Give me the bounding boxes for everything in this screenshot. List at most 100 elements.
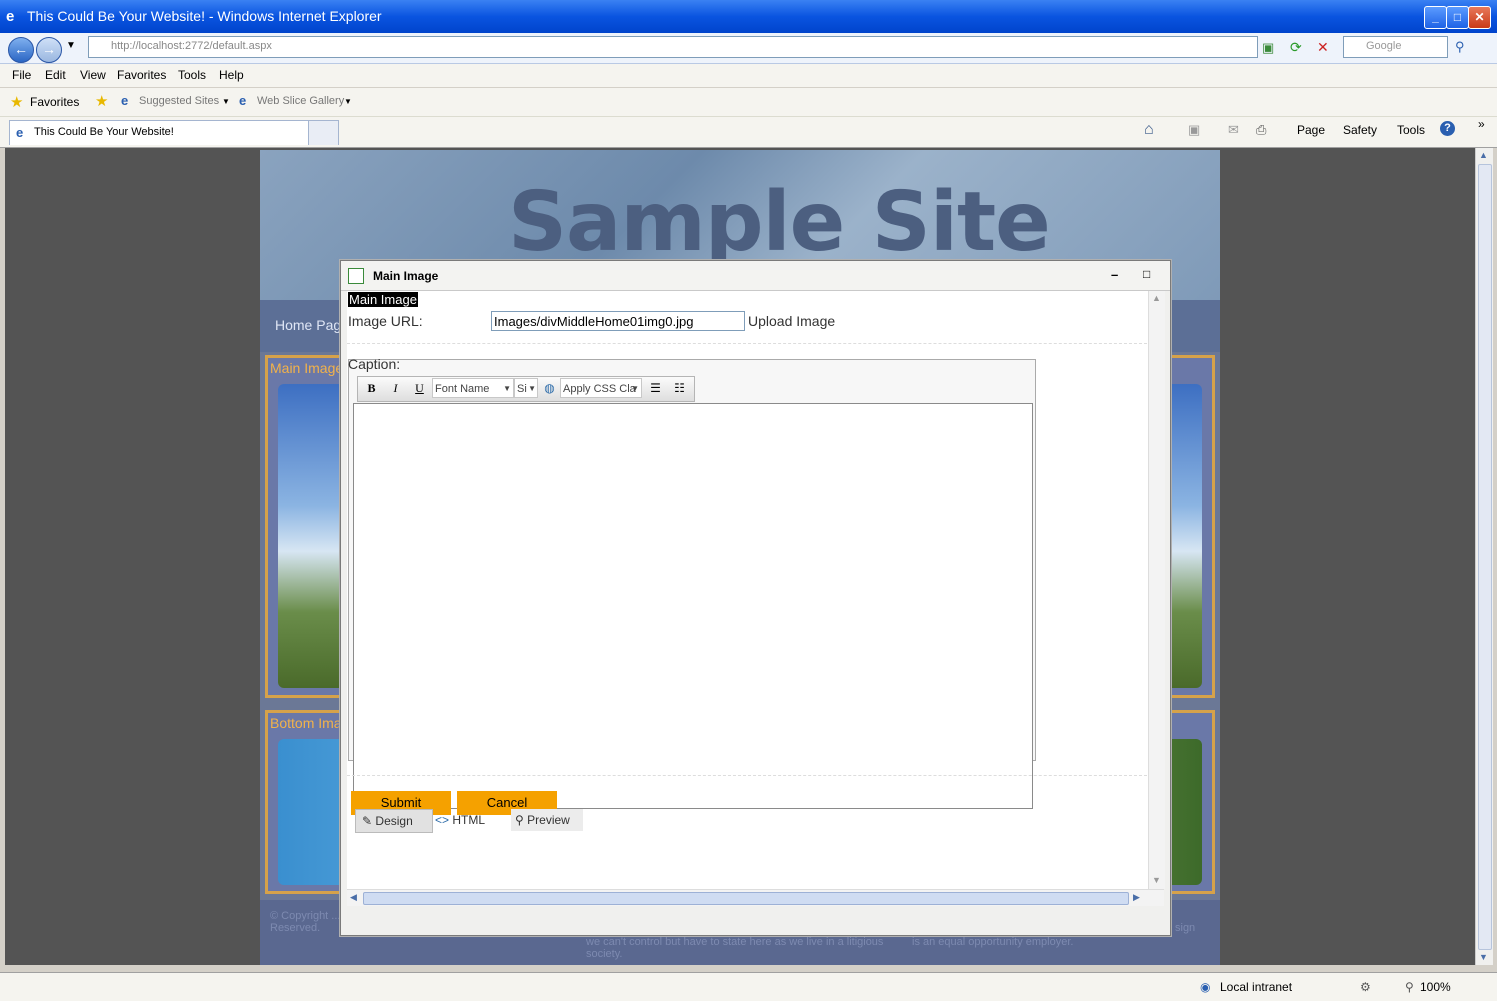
tab-preview-label: Preview [527,813,570,827]
editor-toolbar: B I U Font Name ▼ Si ▼ ◍ Apply CSS Cla ▼ ☰ … [357,376,695,402]
safety-menu[interactable]: Safety [1343,123,1377,137]
tab-row: e This Could Be Your Website! ⌂ ▣ ✉ ⎙ Pa… [0,117,1497,148]
window-titlebar: e This Could Be Your Website! - Windows … [0,0,1497,33]
compatibility-icon[interactable]: ▣ [1262,40,1274,56]
chevron-down-icon: ▼ [503,384,511,393]
favorites-button[interactable]: Favorites [30,95,79,109]
divider [347,775,1147,776]
maximize-button[interactable]: □ [1446,6,1469,29]
zoom-level[interactable]: 100% [1420,980,1451,994]
mail-icon[interactable]: ✉ [1228,122,1239,138]
menu-edit[interactable]: Edit [45,68,66,82]
bullet-list-icon[interactable]: ☰ [646,380,665,397]
favorites-bar: ★ Favorites ★ e Suggested Sites ▼ e Web … [0,88,1497,117]
help-icon[interactable]: ? [1440,121,1455,136]
horizontal-scroll-thumb[interactable] [363,892,1129,905]
footer-disclaimer: we can't control but have to state here … [586,936,884,960]
menu-tools[interactable]: Tools [178,68,206,82]
tab-title: This Could Be Your Website! [34,126,174,138]
tab-design[interactable]: ✎ Design [355,809,433,833]
numbered-list-icon[interactable]: ☷ [670,380,689,397]
scroll-up-icon[interactable]: ▲ [1152,293,1161,303]
scroll-left-icon[interactable]: ◀ [350,892,357,903]
close-button[interactable]: ✕ [1468,6,1491,29]
css-class-value: Apply CSS Cla [563,383,636,395]
favorites-star-icon: ★ [10,94,24,111]
menu-bar: File Edit View Favorites Tools Help [0,64,1497,87]
scroll-up-icon[interactable]: ▲ [1479,150,1488,160]
scroll-thumb[interactable] [1478,164,1492,950]
zone-label: Local intranet [1220,980,1293,994]
chevron-down-icon[interactable]: ▼ [222,97,230,106]
feeds-icon[interactable]: ▣ [1188,122,1200,138]
divider [347,343,1147,344]
search-icon[interactable]: ⚲ [1455,39,1465,55]
browser-tab[interactable]: e This Could Be Your Website! [9,120,309,145]
caption-edit-area[interactable] [353,403,1033,809]
font-size-select[interactable]: Si ▼ [514,378,538,398]
magnifier-icon: ⚲ [515,813,524,827]
image-url-input[interactable]: Images/divMiddleHome01img0.jpg [491,311,745,331]
search-placeholder: Google [1366,40,1402,52]
main-image-dialog: Main Image – □ Main Image Image URL: Ima… [340,260,1171,936]
new-tab-button[interactable] [308,120,339,145]
dialog-vertical-scrollbar[interactable]: ▲ ▼ [1148,291,1165,889]
font-name-select[interactable]: Font Name ▼ [432,378,514,398]
pencil-icon: ✎ [362,814,373,828]
refresh-icon[interactable]: ⟳ [1290,39,1302,56]
intranet-icon: ◉ [1200,980,1211,994]
scroll-right-icon[interactable]: ▶ [1133,892,1140,903]
dialog-body: Main Image Image URL: Images/divMiddleHo… [347,291,1148,889]
dialog-minimize-button[interactable]: – [1111,267,1118,282]
tools-menu[interactable]: Tools [1397,123,1425,137]
dialog-horizontal-scrollbar[interactable]: ◀ ▶ [347,889,1164,906]
protected-mode-icon[interactable]: ⚙ [1360,980,1371,994]
dialog-title: Main Image [373,269,439,283]
dialog-icon [348,268,364,284]
suggested-sites-link[interactable]: Suggested Sites [139,95,219,107]
menu-favorites[interactable]: Favorites [117,68,166,82]
forward-button[interactable]: → [36,37,62,63]
underline-button[interactable]: U [410,380,429,397]
stop-icon[interactable]: ✕ [1317,39,1329,56]
web-slice-gallery-link[interactable]: Web Slice Gallery [257,95,344,107]
address-bar[interactable]: http://localhost:2772/default.aspx [88,36,1258,58]
footer-employer: is an equal opportunity employer. [912,936,1074,948]
tab-design-label: Design [375,814,413,828]
caption-label: Caption: [348,356,401,372]
print-icon[interactable]: ⎙ [1256,122,1266,138]
panel-title: Main Image [270,360,344,376]
back-button[interactable]: ← [8,37,34,63]
tab-html[interactable]: <> HTML [435,809,505,831]
menu-file[interactable]: File [12,68,31,82]
dialog-heading: Main Image [348,292,418,307]
chevron-down-icon[interactable]: ▼ [344,97,352,106]
menu-help[interactable]: Help [219,68,244,82]
recent-pages-dropdown[interactable]: ▼ [66,40,76,51]
add-favorites-icon[interactable]: ★ [95,92,108,110]
chevron-down-icon: ▼ [631,384,639,393]
scroll-down-icon[interactable]: ▼ [1152,875,1161,885]
address-url: http://localhost:2772/default.aspx [111,40,272,52]
scroll-down-icon[interactable]: ▼ [1479,952,1488,962]
tab-preview[interactable]: ⚲ Preview [511,809,583,831]
hyperlink-icon[interactable]: ◍ [540,380,559,397]
site-title: Sample Site [508,175,1051,270]
image-url-label: Image URL: [348,313,423,329]
css-class-select[interactable]: Apply CSS Cla ▼ [560,378,642,398]
home-page-link[interactable]: Home Pag [275,317,341,333]
upload-image-link[interactable]: Upload Image [748,313,835,329]
ie-logo-icon: e [6,8,15,25]
more-chevron-icon[interactable]: » [1478,117,1485,131]
bold-button[interactable]: B [362,380,381,397]
page-menu[interactable]: Page [1297,123,1325,137]
menu-view[interactable]: View [80,68,106,82]
page-scrollbar[interactable]: ▲ ▼ [1475,148,1493,965]
zoom-icon: ⚲ [1405,980,1414,994]
home-icon[interactable]: ⌂ [1144,121,1154,139]
search-input[interactable]: Google [1343,36,1448,58]
minimize-button[interactable]: _ [1424,6,1447,29]
status-bar: ◉ Local intranet ⚙ ⚲ 100% [0,972,1497,1001]
italic-button[interactable]: I [386,380,405,397]
dialog-maximize-button[interactable]: □ [1143,267,1150,281]
